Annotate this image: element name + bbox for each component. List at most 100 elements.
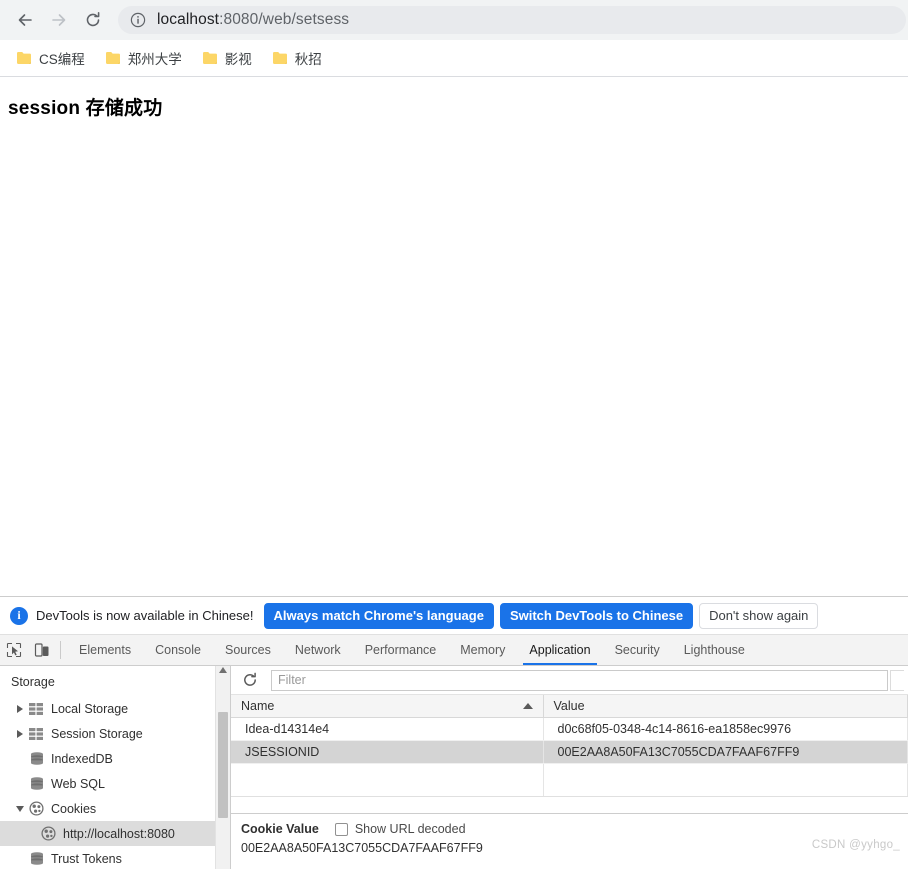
sidebar-item-label: Local Storage (51, 701, 129, 716)
url-path: :8080/web/setsess (219, 11, 350, 28)
bookmark-item[interactable]: 秋招 (264, 45, 330, 71)
toolbar-divider (60, 641, 61, 659)
forward-button[interactable] (42, 3, 76, 37)
bookmark-label: CS编程 (39, 52, 85, 67)
reload-icon (86, 12, 100, 27)
table-row[interactable]: Idea-d14314e4 d0c68f05-0348-4c14-8616-ea… (231, 717, 908, 741)
chevron-down-icon[interactable] (12, 805, 28, 812)
back-button[interactable] (8, 3, 42, 37)
forward-arrow-icon (52, 14, 66, 26)
cookie-name-cell: Idea-d14314e4 (231, 717, 544, 741)
toolbar-overflow-edge[interactable] (890, 669, 904, 691)
tab-lighthouse[interactable]: Lighthouse (672, 635, 757, 665)
sidebar-item-label: Trust Tokens (51, 851, 122, 866)
bookmark-item[interactable]: CS编程 (8, 45, 93, 71)
tab-elements[interactable]: Elements (67, 635, 143, 665)
cookie-value-header: Cookie Value Show URL decoded (241, 822, 908, 836)
devtools-body: Storage Local Storage Session Storage In… (0, 666, 908, 869)
sidebar-item-label: http://localhost:8080 (63, 826, 175, 841)
empty-cell (231, 763, 544, 797)
column-header-name[interactable]: Name (231, 695, 544, 718)
inspect-element-button[interactable] (0, 635, 28, 665)
sidebar-item-session-storage[interactable]: Session Storage (0, 721, 230, 746)
folder-icon (105, 52, 120, 64)
column-header-value[interactable]: Value (543, 695, 908, 718)
reload-button[interactable] (76, 3, 110, 37)
url-host: localhost (157, 11, 220, 28)
back-arrow-icon (18, 14, 32, 26)
info-icon: i (10, 606, 28, 625)
application-sidebar: Storage Local Storage Session Storage In… (0, 666, 231, 869)
sort-ascending-icon (522, 702, 533, 709)
sidebar-item-local-storage[interactable]: Local Storage (0, 696, 230, 721)
show-url-decoded-checkbox[interactable] (334, 822, 348, 836)
page-title: session 存储成功 (8, 98, 163, 119)
show-url-decoded-row[interactable]: Show URL decoded (334, 822, 466, 836)
cookie-name-cell: JSESSIONID (231, 740, 544, 764)
cookie-value-cell: 00E2AA8A50FA13C7055CDA7FAAF67FF9 (543, 740, 908, 764)
banner-message: DevTools is now available in Chinese! (36, 608, 254, 623)
tab-network[interactable]: Network (283, 635, 353, 665)
show-url-decoded-label: Show URL decoded (354, 822, 466, 836)
sidebar-item-trust-tokens[interactable]: Trust Tokens (0, 846, 230, 869)
refresh-cookies-button[interactable] (237, 668, 263, 692)
tab-sources[interactable]: Sources (213, 635, 283, 665)
sidebar-scrollbar[interactable] (215, 666, 230, 869)
refresh-icon (244, 672, 256, 686)
cookie-value-text: 00E2AA8A50FA13C7055CDA7FAAF67FF9 (241, 841, 483, 855)
bookmarks-bar: CS编程 郑州大学 影视 秋招 (0, 40, 908, 77)
sidebar-item-cookies[interactable]: Cookies (0, 796, 230, 821)
folder-icon (17, 52, 31, 64)
chevron-right-icon[interactable] (12, 704, 28, 713)
tab-console[interactable]: Console (143, 635, 213, 665)
database-icon (28, 851, 45, 867)
address-bar[interactable]: localhost:8080/web/setsess (118, 6, 906, 34)
database-icon (28, 751, 45, 767)
sidebar-item-label: Session Storage (51, 726, 143, 741)
cookies-panel: Name Value Idea-d14314e4 d0c68f05-0348-4… (231, 666, 908, 869)
table-empty-row (231, 763, 908, 797)
cookies-toolbar (231, 666, 908, 695)
browser-toolbar: localhost:8080/web/setsess (0, 0, 908, 40)
sidebar-item-cookie-origin[interactable]: http://localhost:8080 (0, 821, 230, 846)
tab-memory[interactable]: Memory (448, 635, 517, 665)
cookie-value-preview: Cookie Value Show URL decoded 00E2AA8A50… (231, 813, 908, 869)
cookies-table: Name Value Idea-d14314e4 d0c68f05-0348-4… (231, 695, 908, 797)
dont-show-again-button[interactable]: Don't show again (699, 602, 819, 629)
sidebar-item-indexeddb[interactable]: IndexedDB (0, 746, 230, 771)
devtools-tabstrip: Elements Console Sources Network Perform… (0, 635, 908, 666)
bookmark-item[interactable]: 郑州大学 (97, 45, 190, 71)
bookmark-label: 秋招 (294, 52, 322, 67)
scroll-up-arrow-icon[interactable] (219, 667, 227, 673)
cookie-value-title: Cookie Value (241, 822, 319, 836)
filter-input[interactable] (271, 669, 888, 691)
tab-security[interactable]: Security (603, 635, 672, 665)
devtools-language-banner: i DevTools is now available in Chinese! … (0, 597, 908, 635)
site-info-icon[interactable] (130, 12, 146, 28)
table-icon (28, 726, 45, 742)
empty-cell (543, 763, 908, 797)
cookie-value-cell: d0c68f05-0348-4c14-8616-ea1858ec9976 (543, 717, 908, 741)
tab-performance[interactable]: Performance (353, 635, 449, 665)
bookmark-item[interactable]: 影视 (194, 45, 260, 71)
sidebar-item-web-sql[interactable]: Web SQL (0, 771, 230, 796)
toggle-device-toolbar-button[interactable] (28, 635, 56, 665)
storage-section-title: Storage (11, 675, 55, 689)
switch-devtools-to-chinese-button[interactable]: Switch DevTools to Chinese (499, 602, 694, 629)
scrollbar-thumb[interactable] (218, 712, 228, 818)
page-content: session 存储成功 (0, 77, 908, 596)
database-icon (28, 776, 45, 792)
table-row[interactable]: JSESSIONID 00E2AA8A50FA13C7055CDA7FAAF67… (231, 740, 908, 764)
inspect-cursor-icon (6, 642, 22, 658)
column-header-label: Value (553, 698, 585, 713)
sidebar-item-label: Web SQL (51, 776, 105, 791)
devtools-panel: i DevTools is now available in Chinese! … (0, 596, 908, 869)
tab-application[interactable]: Application (517, 635, 602, 665)
always-match-chrome-language-button[interactable]: Always match Chrome's language (263, 602, 494, 629)
cookie-icon (40, 826, 57, 842)
cookies-table-container: Name Value Idea-d14314e4 d0c68f05-0348-4… (231, 695, 908, 813)
cookie-icon (28, 801, 45, 817)
bookmark-label: 影视 (224, 52, 252, 67)
chevron-right-icon[interactable] (12, 729, 28, 738)
watermark: CSDN @yyhgo_ (811, 839, 900, 851)
